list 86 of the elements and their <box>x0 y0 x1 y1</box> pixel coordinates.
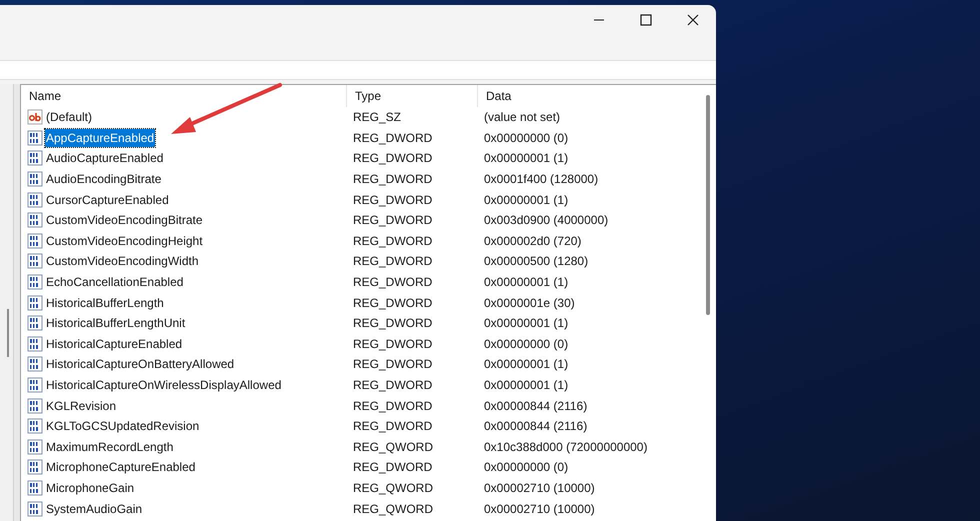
value-name[interactable]: HistoricalCaptureOnWirelessDisplayAllowed <box>45 376 282 394</box>
value-name[interactable]: HistoricalBufferLengthUnit <box>45 314 186 332</box>
value-name[interactable]: AppCaptureEnabled <box>45 128 156 147</box>
value-name[interactable]: CustomVideoEncodingHeight <box>45 232 204 250</box>
value-name[interactable]: HistoricalCaptureEnabled <box>45 334 184 353</box>
value-type: REG_QWORD <box>352 500 434 518</box>
binary-value-icon <box>27 253 43 270</box>
value-name[interactable]: KGLRevision <box>45 396 118 415</box>
value-data: 0x00000001 (1) <box>483 274 570 292</box>
value-data: 0x00000001 (1) <box>483 356 570 374</box>
value-data: 0x00000000 (0) <box>483 130 570 147</box>
value-name[interactable]: MaximumRecordLength <box>45 438 174 456</box>
value-type: REG_DWORD <box>352 315 434 332</box>
binary-value-icon <box>27 212 43 228</box>
column-header[interactable]: Name <box>21 85 347 107</box>
binary-value-icon <box>27 398 43 414</box>
binary-value-icon <box>27 377 43 394</box>
string-value-icon <box>27 109 43 126</box>
value-name[interactable]: CustomVideoEncodingWidth <box>45 252 200 270</box>
binary-value-icon <box>27 418 43 434</box>
value-type: REG_DWORD <box>352 418 434 436</box>
binary-value-icon <box>27 459 43 476</box>
value-data: 0x00000000 (0) <box>483 459 570 476</box>
value-name[interactable]: MicrophoneCaptureEnabled <box>45 458 196 476</box>
value-name[interactable]: HistoricalCaptureOnBatteryAllowed <box>45 355 236 374</box>
value-type: REG_DWORD <box>352 356 434 374</box>
value-name[interactable]: AudioCaptureEnabled <box>45 149 164 168</box>
value-data: 0x0000001e (30) <box>483 294 576 312</box>
binary-value-icon <box>27 356 43 372</box>
value-data: 0x00000500 (1280) <box>483 253 590 270</box>
value-data: 0x00000001 (1) <box>483 315 570 332</box>
value-data: 0x00000000 (0) <box>483 336 570 353</box>
binary-value-icon <box>27 150 43 166</box>
value-data: 0x00000001 (1) <box>483 150 570 168</box>
close-icon <box>686 14 698 26</box>
value-name[interactable]: (Default) <box>45 108 94 126</box>
value-name[interactable]: CustomVideoEncodingBitrate <box>45 211 204 230</box>
binary-value-icon <box>27 130 43 146</box>
binary-value-icon <box>27 500 43 517</box>
binary-value-icon <box>27 192 43 208</box>
binary-value-icon <box>27 480 43 496</box>
value-type: REG_DWORD <box>352 398 434 415</box>
value-data: 0x00000001 (1) <box>483 377 570 394</box>
binary-value-icon <box>27 232 43 249</box>
value-name[interactable]: MicrophoneGain <box>45 478 136 497</box>
value-type: REG_DWORD <box>352 130 434 147</box>
value-name[interactable]: AudioEncodingBitrate <box>45 170 162 188</box>
value-type: REG_DWORD <box>352 377 434 394</box>
value-type: REG_DWORD <box>352 336 434 353</box>
column-header[interactable]: Type <box>347 85 478 107</box>
value-data: 0x00000844 (2116) <box>483 398 588 415</box>
value-data: 0x00002710 (10000) <box>483 480 596 497</box>
value-type: REG_DWORD <box>352 253 434 270</box>
binary-value-icon <box>27 274 43 290</box>
value-data: 0x10c388d000 (72000000000) <box>483 438 648 456</box>
binary-value-icon <box>27 438 43 455</box>
value-type: REG_QWORD <box>352 480 434 497</box>
value-data: 0x00002710 (10000) <box>483 500 596 518</box>
column-header[interactable]: Data <box>478 85 716 107</box>
value-name[interactable]: EchoCancellationEnabled <box>45 273 184 292</box>
value-data: 0x00000844 (2116) <box>483 418 588 436</box>
value-type: REG_DWORD <box>352 192 434 209</box>
value-type: REG_DWORD <box>352 459 434 476</box>
value-data: 0x000002d0 (720) <box>483 232 582 250</box>
value-name[interactable]: HistoricalBufferLength <box>45 294 165 312</box>
value-type: REG_DWORD <box>352 212 434 230</box>
value-data: 0x003d0900 (4000000) <box>483 212 610 230</box>
scrollbar-thumb[interactable] <box>7 309 9 357</box>
value-data: 0x00000001 (1) <box>483 192 570 209</box>
binary-value-icon <box>27 294 43 311</box>
value-type: REG_DWORD <box>352 274 434 292</box>
value-type: REG_DWORD <box>352 232 434 250</box>
value-name[interactable]: CursorCaptureEnabled <box>45 190 170 209</box>
value-name[interactable]: KGLToGCSUpdatedRevision <box>45 417 200 436</box>
value-type: REG_DWORD <box>352 150 434 168</box>
value-name[interactable]: SystemAudioGain <box>45 500 144 518</box>
value-type: REG_QWORD <box>352 438 434 456</box>
value-type: REG_SZ <box>352 109 402 126</box>
value-type: REG_DWORD <box>352 294 434 312</box>
value-data: 0x0001f400 (128000) <box>483 171 600 188</box>
value-data: (value not set) <box>483 109 562 126</box>
binary-value-icon <box>27 171 43 188</box>
maximize-icon <box>640 14 652 26</box>
value-type: REG_DWORD <box>352 171 434 188</box>
binary-value-icon <box>27 336 43 352</box>
binary-value-icon <box>27 315 43 332</box>
